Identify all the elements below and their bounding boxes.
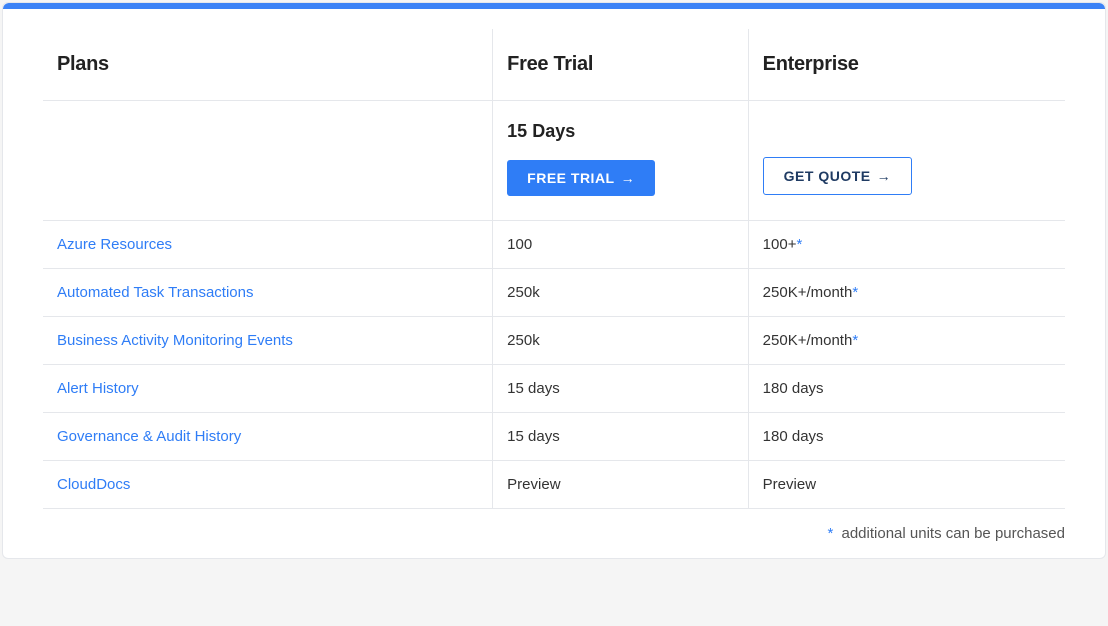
feature-cell: CloudDocs [43, 461, 493, 509]
table-row: Alert History 15 days180 days [43, 365, 1065, 413]
enterprise-cell: Preview [748, 461, 1065, 509]
enterprise-cell: 250K+/month* [748, 269, 1065, 317]
get-quote-button[interactable]: GET QUOTE → [763, 157, 912, 195]
feature-link[interactable]: Governance & Audit History [57, 428, 241, 445]
cta-enterprise-cell: GET QUOTE → [748, 101, 1065, 221]
trial-cell: Preview [493, 461, 749, 509]
cta-empty-cell [43, 101, 493, 221]
table-row: Business Activity Monitoring Events 250k2… [43, 317, 1065, 365]
feature-cell: Alert History [43, 365, 493, 413]
enterprise-cell: 180 days [748, 365, 1065, 413]
pricing-table: Plans Free Trial Enterprise 15 Days FREE… [43, 29, 1065, 509]
trial-cell: 15 days [493, 413, 749, 461]
footnote-marker: * [827, 525, 833, 542]
feature-link[interactable]: Business Activity Monitoring Events [57, 332, 293, 349]
asterisk-icon: * [852, 332, 858, 349]
footnote-text: additional units can be purchased [842, 525, 1066, 542]
feature-link[interactable]: Azure Resources [57, 236, 172, 253]
pricing-card: Plans Free Trial Enterprise 15 Days FREE… [2, 2, 1106, 559]
table-row: Azure Resources 100100+* [43, 221, 1065, 269]
footnote: * additional units can be purchased [43, 525, 1065, 542]
enterprise-cell: 180 days [748, 413, 1065, 461]
feature-link[interactable]: CloudDocs [57, 476, 130, 493]
card-content: Plans Free Trial Enterprise 15 Days FREE… [3, 9, 1105, 558]
cta-trial-cell: 15 Days FREE TRIAL → [493, 101, 749, 221]
asterisk-icon: * [852, 284, 858, 301]
feature-link[interactable]: Automated Task Transactions [57, 284, 254, 301]
feature-cell: Azure Resources [43, 221, 493, 269]
feature-cell: Governance & Audit History [43, 413, 493, 461]
get-quote-button-label: GET QUOTE [784, 168, 871, 184]
table-row: Automated Task Transactions 250k250K+/mon… [43, 269, 1065, 317]
arrow-right-icon: → [877, 168, 892, 184]
table-row: CloudDocs PreviewPreview [43, 461, 1065, 509]
enterprise-cell: 100+* [748, 221, 1065, 269]
asterisk-icon: * [796, 236, 802, 253]
trial-cell: 250k [493, 317, 749, 365]
free-trial-button[interactable]: FREE TRIAL → [507, 160, 655, 196]
feature-link[interactable]: Alert History [57, 380, 139, 397]
header-free-trial: Free Trial [493, 29, 749, 101]
trial-cell: 250k [493, 269, 749, 317]
free-trial-button-label: FREE TRIAL [527, 170, 614, 186]
feature-cell: Automated Task Transactions [43, 269, 493, 317]
enterprise-cell: 250K+/month* [748, 317, 1065, 365]
trial-cell: 15 days [493, 365, 749, 413]
header-plans: Plans [43, 29, 493, 101]
table-row: Governance & Audit History 15 days180 day… [43, 413, 1065, 461]
header-enterprise: Enterprise [748, 29, 1065, 101]
trial-cell: 100 [493, 221, 749, 269]
feature-cell: Business Activity Monitoring Events [43, 317, 493, 365]
trial-days-label: 15 Days [507, 121, 734, 142]
arrow-right-icon: → [621, 170, 636, 186]
